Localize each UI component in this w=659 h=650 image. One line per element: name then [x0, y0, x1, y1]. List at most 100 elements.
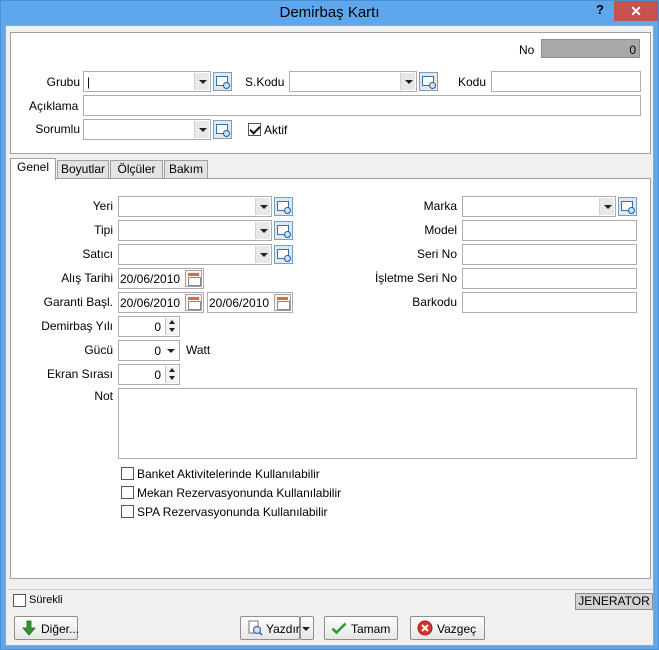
spa-checkbox[interactable] [121, 505, 134, 518]
grubu-lookup-icon[interactable] [213, 72, 232, 91]
no-field: 0 [541, 39, 640, 58]
chevron-down-icon[interactable] [400, 73, 415, 90]
calendar-icon[interactable] [185, 270, 202, 287]
aciklama-label: Açıklama [29, 99, 79, 113]
satici-label: Satıcı [82, 247, 113, 261]
barkodu-label: Barkodu [412, 295, 457, 309]
tab-genel[interactable]: Genel [10, 158, 56, 180]
yeri-label: Yeri [92, 199, 113, 213]
demirbas-yili-value: 0 [154, 320, 161, 334]
chevron-down-icon[interactable] [599, 198, 614, 215]
marka-combo[interactable] [462, 196, 616, 217]
chevron-down-icon[interactable] [255, 222, 270, 239]
dialog-client: No 0 Grubu | S.Kodu Kodu Açıklama Soruml… [5, 25, 654, 646]
chevron-down-icon[interactable] [163, 342, 178, 359]
vazgec-button[interactable]: Vazgeç [410, 616, 485, 640]
isletme-seri-no-input[interactable] [462, 268, 637, 289]
vazgec-label: Vazgeç [437, 622, 477, 636]
ekran-sirasi-value: 0 [154, 368, 161, 382]
spin-icon[interactable] [165, 318, 178, 335]
garanti-start-field[interactable]: 20/06/2010 [118, 292, 204, 313]
garanti-end-field[interactable]: 20/06/2010 [207, 292, 293, 313]
chevron-down-icon [298, 620, 313, 637]
chevron-down-icon[interactable] [194, 121, 209, 138]
spa-label: SPA Rezervasyonunda Kullanılabilir [137, 505, 328, 519]
isletme-seri-no-label: İşletme Seri No [374, 271, 457, 285]
model-label: Model [424, 223, 457, 237]
not-label: Not [94, 389, 113, 403]
aciklama-input[interactable] [83, 95, 641, 116]
yazdir-button[interactable]: Yazdır [240, 616, 300, 640]
close-button[interactable]: ✕ [614, 1, 658, 21]
tab-olculer[interactable]: Ölçüler [110, 160, 163, 179]
tipi-label: Tipi [94, 223, 113, 237]
window: Demirbaş Kartı ? ✕ No 0 Grubu | S.Kodu K… [0, 0, 659, 650]
tamam-button[interactable]: Tamam [324, 616, 398, 640]
satici-lookup-icon[interactable] [274, 245, 293, 264]
garanti-start-value: 20/06/2010 [120, 296, 181, 310]
aktif-checkbox[interactable] [248, 123, 261, 136]
diger-button[interactable]: Diğer... [14, 616, 80, 640]
tab-bakim[interactable]: Bakım [164, 160, 208, 179]
seri-no-label: Seri No [416, 247, 457, 261]
kodu-label: Kodu [458, 75, 487, 89]
no-value: 0 [629, 43, 636, 57]
gucu-unit: Watt [186, 343, 211, 357]
banket-checkbox[interactable] [121, 467, 134, 480]
yeri-combo[interactable] [118, 196, 272, 217]
gucu-value: 0 [154, 344, 161, 358]
diger-label: Diğer... [41, 622, 80, 636]
grubu-combo[interactable]: | [83, 71, 211, 92]
marka-lookup-icon[interactable] [618, 197, 637, 216]
sorumlu-combo[interactable] [83, 119, 211, 140]
sorumlu-label: Sorumlu [35, 122, 80, 136]
model-input[interactable] [462, 220, 637, 241]
chevron-down-icon[interactable] [255, 246, 270, 263]
satici-combo[interactable] [118, 244, 272, 265]
window-title: Demirbaş Kartı [279, 4, 380, 21]
seri-no-input[interactable] [462, 244, 637, 265]
grubu-label: Grubu [46, 75, 80, 89]
alis-tarihi-field[interactable]: 20/06/2010 [118, 268, 204, 289]
barkodu-input[interactable] [462, 292, 637, 313]
skodu-lookup-icon[interactable] [419, 72, 438, 91]
tamam-label: Tamam [351, 622, 391, 636]
yazdir-label: Yazdır [266, 622, 300, 636]
banket-label: Banket Aktivitelerinde Kullanılabilir [137, 467, 320, 481]
marka-label: Marka [423, 199, 457, 213]
demirbas-yili-label: Demirbaş Yılı [41, 319, 113, 333]
help-button[interactable]: ? [589, 2, 611, 20]
mekan-label: Mekan Rezervasyonunda Kullanılabilir [137, 486, 342, 500]
spin-icon[interactable] [165, 366, 178, 383]
tab-boyutlar[interactable]: Boyutlar [57, 160, 109, 179]
alis-tarihi-label: Alış Tarihi [61, 271, 113, 285]
garanti-end-value: 20/06/2010 [209, 296, 270, 310]
yazdir-dropdown-button[interactable] [300, 616, 314, 640]
tipi-combo[interactable] [118, 220, 272, 241]
calendar-icon[interactable] [185, 294, 202, 311]
surekli-checkbox[interactable] [13, 594, 26, 607]
skodu-combo[interactable] [289, 71, 417, 92]
status-strip: Sürekli JENERATOR [8, 589, 653, 611]
chevron-down-icon[interactable] [194, 73, 209, 90]
skodu-label: S.Kodu [245, 75, 285, 89]
gucu-label: Gücü [84, 343, 113, 357]
check-icon [331, 622, 347, 635]
calendar-icon[interactable] [274, 294, 291, 311]
not-textarea[interactable] [118, 388, 637, 459]
grubu-value: | [87, 75, 91, 89]
chevron-down-icon[interactable] [255, 198, 270, 215]
alis-tarihi-value: 20/06/2010 [120, 272, 181, 286]
yeri-lookup-icon[interactable] [274, 197, 293, 216]
sorumlu-lookup-icon[interactable] [213, 120, 232, 139]
no-label: No [519, 43, 535, 57]
ekran-sirasi-stepper[interactable]: 0 [118, 364, 180, 385]
demirbas-yili-stepper[interactable]: 0 [118, 316, 180, 337]
kodu-input[interactable] [491, 71, 641, 92]
jenerator-button[interactable]: JENERATOR [575, 593, 653, 610]
tipi-lookup-icon[interactable] [274, 221, 293, 240]
title-bar[interactable]: Demirbaş Kartı ? ✕ [1, 1, 658, 25]
ekran-sirasi-label: Ekran Sırası [46, 367, 113, 381]
mekan-checkbox[interactable] [121, 486, 134, 499]
gucu-combo[interactable]: 0 [118, 340, 180, 361]
